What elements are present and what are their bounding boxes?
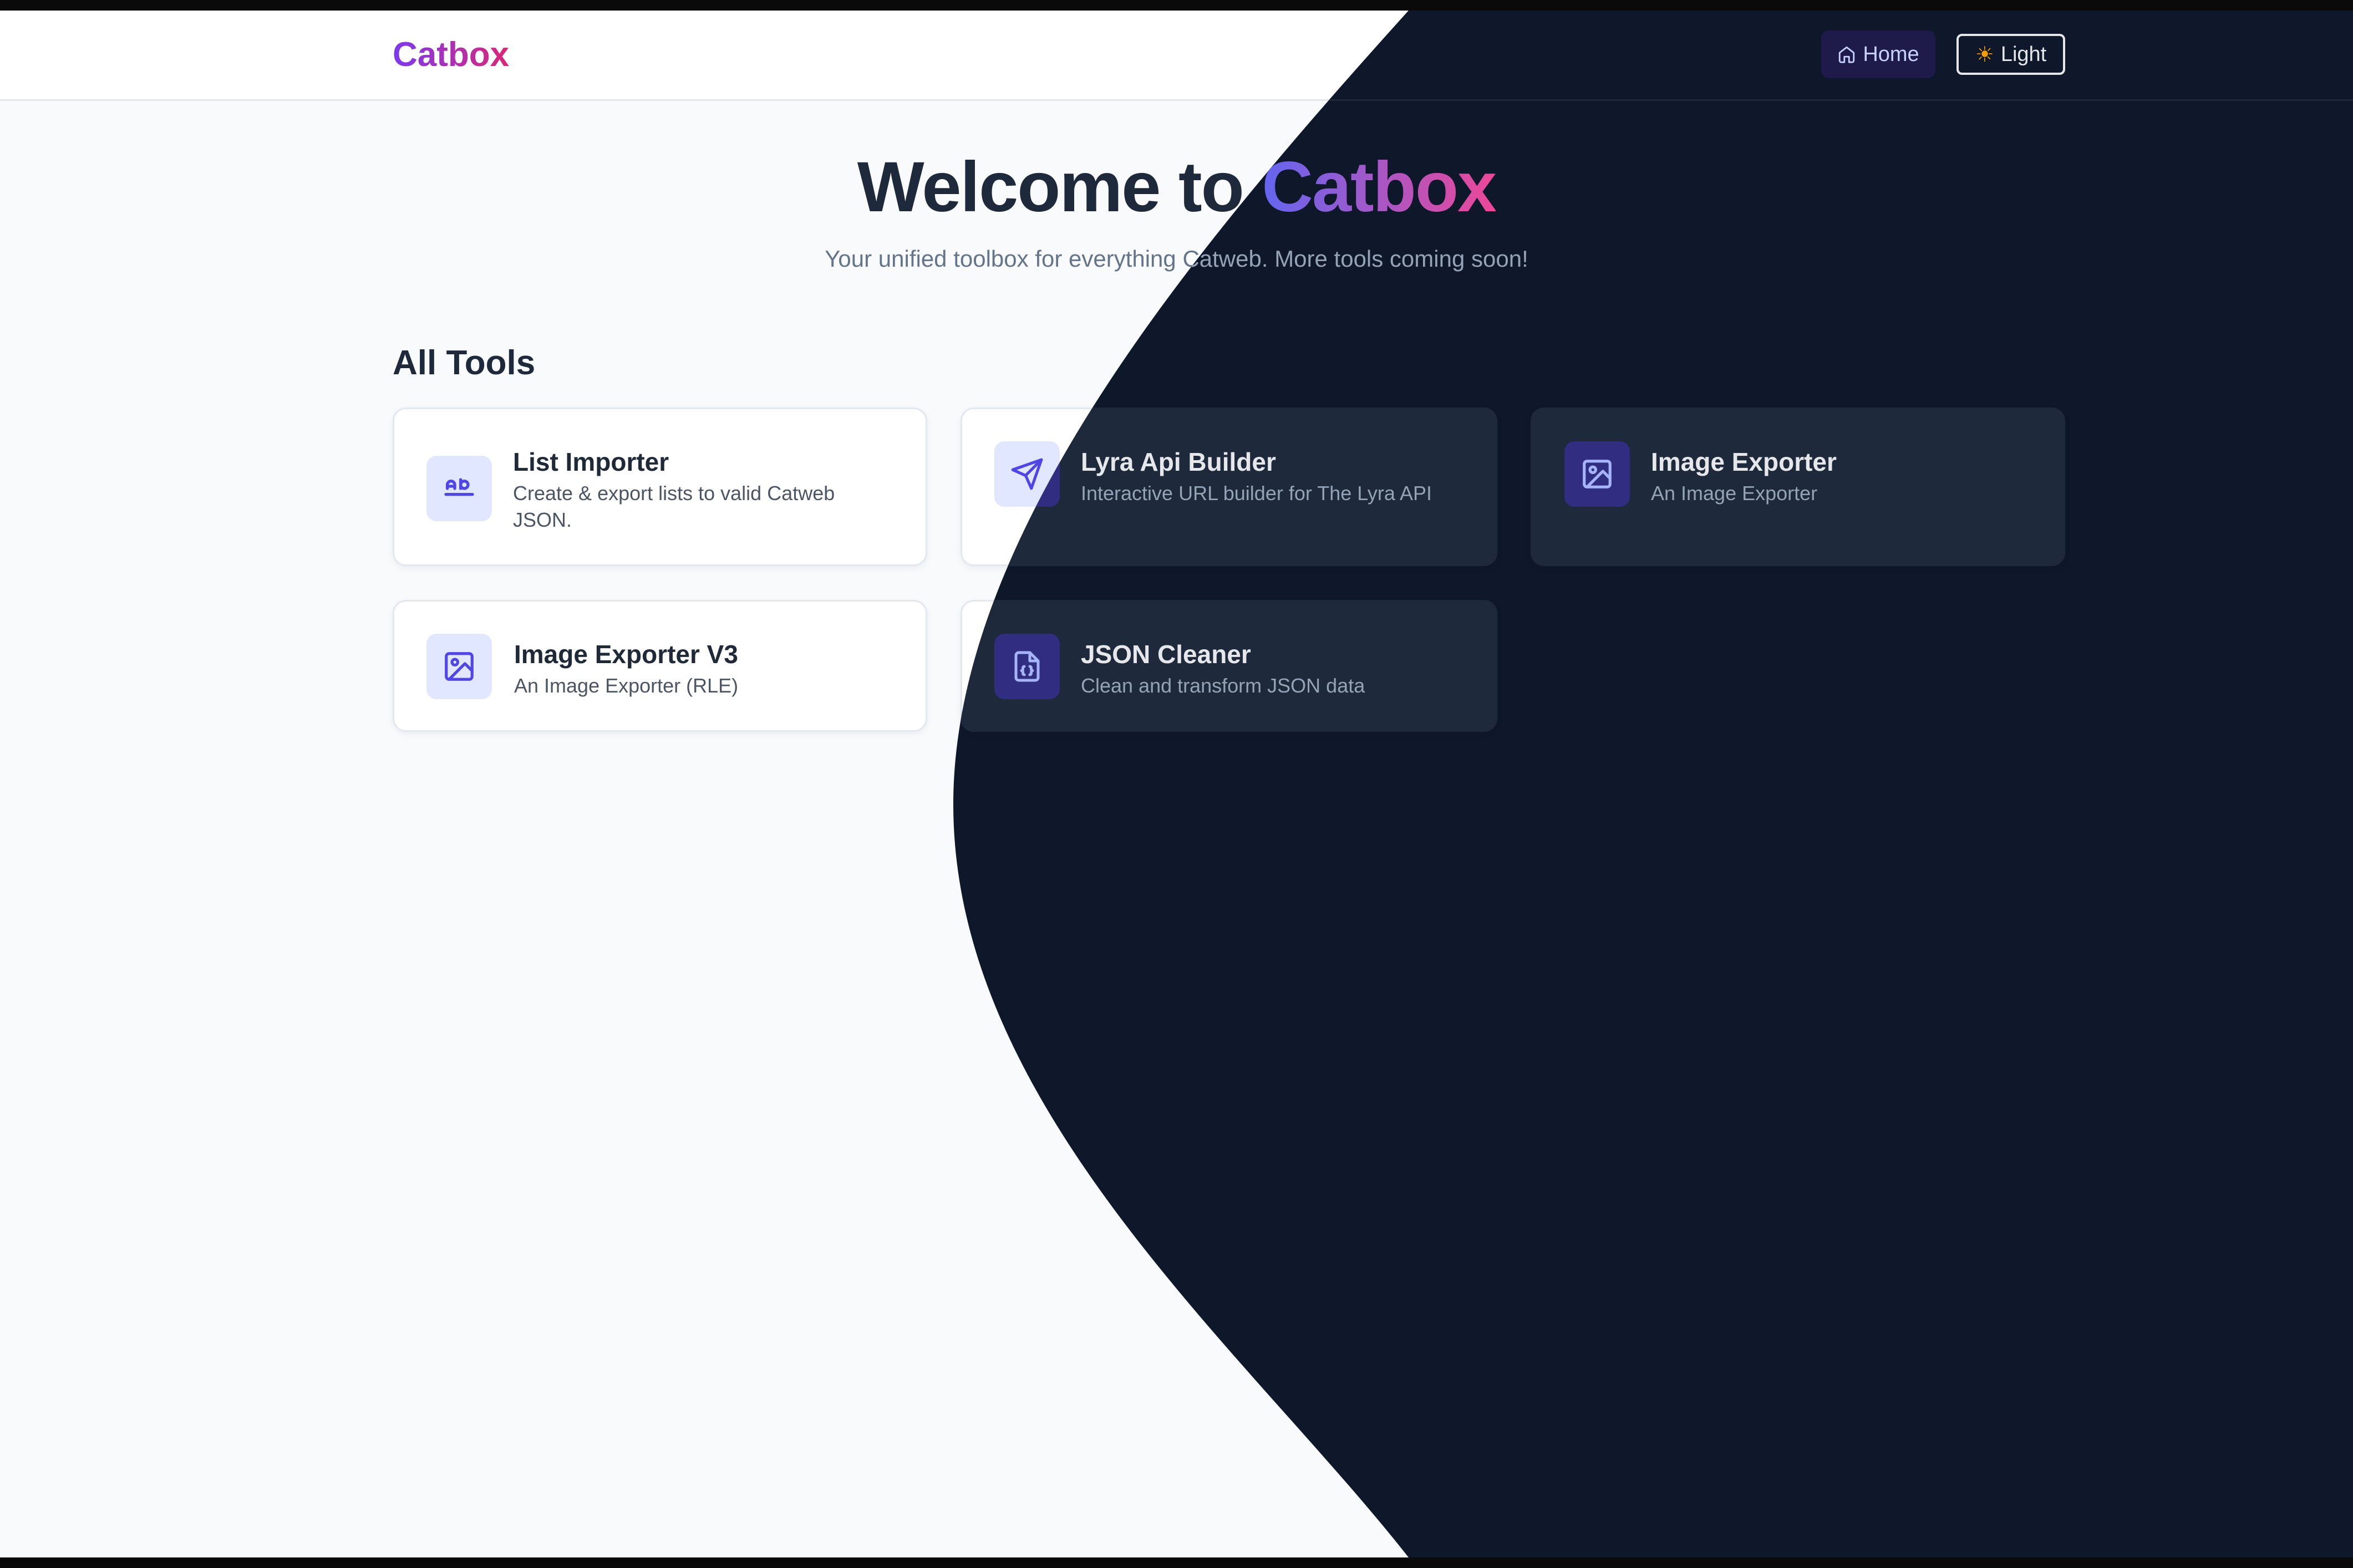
tool-card-description: Create & export lists to valid Catweb JS… — [513, 482, 835, 531]
tool-card-json-cleaner[interactable]: JSON Cleaner Clean and transform JSON da… — [960, 600, 1497, 732]
home-icon — [1837, 45, 1856, 64]
sun-icon: ☀ — [1975, 43, 1994, 67]
theme-toggle-button[interactable]: ☀ Light — [1956, 34, 2065, 75]
tool-card-list-importer[interactable]: List Importer Create & export lists to v… — [393, 408, 927, 566]
image-icon — [1564, 441, 1630, 507]
file-json-icon — [994, 634, 1060, 699]
tool-card-title: Lyra Api Builder — [1081, 447, 1276, 476]
home-button[interactable]: Home — [1821, 30, 1935, 78]
tool-card-title: Image Exporter V3 — [514, 640, 738, 669]
tool-card-description: Clean and transform JSON data — [1081, 674, 1365, 697]
page-title-prefix: Welcome to — [857, 147, 1244, 227]
tool-card-title: Image Exporter — [1651, 447, 1837, 476]
tool-card-description: An Image Exporter (RLE) — [514, 674, 739, 697]
tool-card-description: An Image Exporter — [1651, 482, 1818, 505]
tool-card-title: List Importer — [513, 447, 669, 476]
page-title-accent: Catbox — [1262, 147, 1496, 227]
app-window: Catbox Home ☀ Light Welcome to Catbox Yo… — [0, 11, 2353, 1557]
tool-card-title: JSON Cleaner — [1081, 640, 1251, 669]
brand-logo[interactable]: Catbox — [393, 35, 509, 74]
tool-card-description: Interactive URL builder for The Lyra API — [1081, 482, 1432, 505]
text-ab-icon — [426, 456, 492, 521]
tool-card-image-exporter-v3[interactable]: Image Exporter V3 An Image Exporter (RLE… — [393, 600, 927, 732]
home-button-label: Home — [1863, 42, 1919, 66]
image-icon — [426, 634, 492, 699]
tool-card-image-exporter[interactable]: Image Exporter An Image Exporter — [1531, 408, 2065, 566]
theme-toggle-label: Light — [2000, 42, 2047, 66]
section-title: All Tools — [393, 344, 536, 382]
